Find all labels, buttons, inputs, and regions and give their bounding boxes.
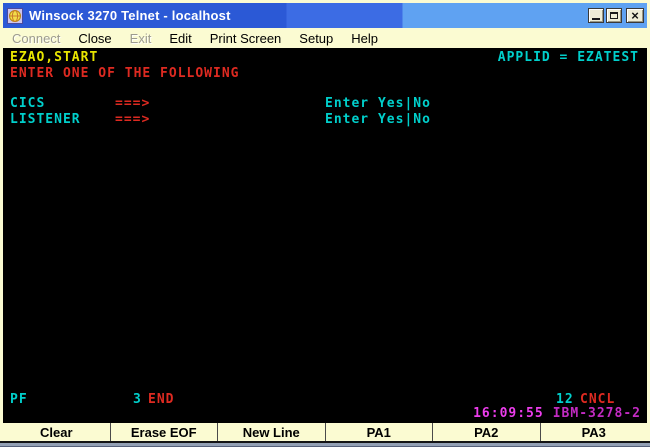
key-erase-eof[interactable]: Erase EOF [111,423,219,441]
key-pa3[interactable]: PA3 [541,423,648,441]
option-cics-label: CICS [10,97,45,110]
terminal-screen[interactable]: EZAO,START APPLID = EZATEST ENTER ONE OF… [3,48,647,421]
telnet-window: Winsock 3270 Telnet - localhost × Connec… [0,0,650,447]
window-controls: × [586,8,644,23]
terminal-type: IBM-3278-2 [553,406,641,421]
terminal-prompt: ENTER ONE OF THE FOLLOWING [10,67,240,80]
option-cics-arrow[interactable]: ===> [115,97,150,110]
pf12-action: CNCL [580,393,615,406]
close-button[interactable]: × [626,8,644,23]
terminal-clock: 16:09:55 [473,406,544,421]
window-bottom-border [0,441,650,447]
menu-bar: Connect Close Exit Edit Print Screen Set… [3,28,647,48]
pf12-key: 12 [556,393,574,406]
key-pa2[interactable]: PA2 [433,423,541,441]
menu-exit: Exit [121,29,161,48]
menu-edit[interactable]: Edit [160,29,200,48]
menu-help[interactable]: Help [342,29,387,48]
close-icon: × [631,9,639,22]
option-listener-arrow[interactable]: ===> [115,113,150,126]
app-globe-icon[interactable] [7,8,23,24]
option-listener-label: LISTENER [10,113,81,126]
terminal-applid: APPLID = EZATEST [498,51,639,64]
pf3-action: END [148,393,174,406]
maximize-icon [610,12,618,19]
key-bar: Clear Erase EOF New Line PA1 PA2 PA3 [3,421,647,441]
menu-close[interactable]: Close [69,29,120,48]
minimize-button[interactable] [588,8,604,23]
terminal-status-line: EZAO,START [10,51,98,64]
menu-print-screen[interactable]: Print Screen [201,29,291,48]
key-pa1[interactable]: PA1 [326,423,434,441]
pf-prefix: PF [10,393,28,406]
maximize-button[interactable] [606,8,622,23]
menu-connect: Connect [3,29,69,48]
pf3-key: 3 [133,393,142,406]
menu-setup[interactable]: Setup [290,29,342,48]
window-title: Winsock 3270 Telnet - localhost [29,8,231,23]
minimize-icon [592,18,600,20]
option-listener-hint: Enter Yes|No [325,113,431,126]
terminal-status-right: 16:09:55 IBM-3278-2 [473,407,641,420]
key-new-line[interactable]: New Line [218,423,326,441]
key-clear[interactable]: Clear [3,423,111,441]
option-cics-hint: Enter Yes|No [325,97,431,110]
title-bar[interactable]: Winsock 3270 Telnet - localhost × [3,3,647,28]
